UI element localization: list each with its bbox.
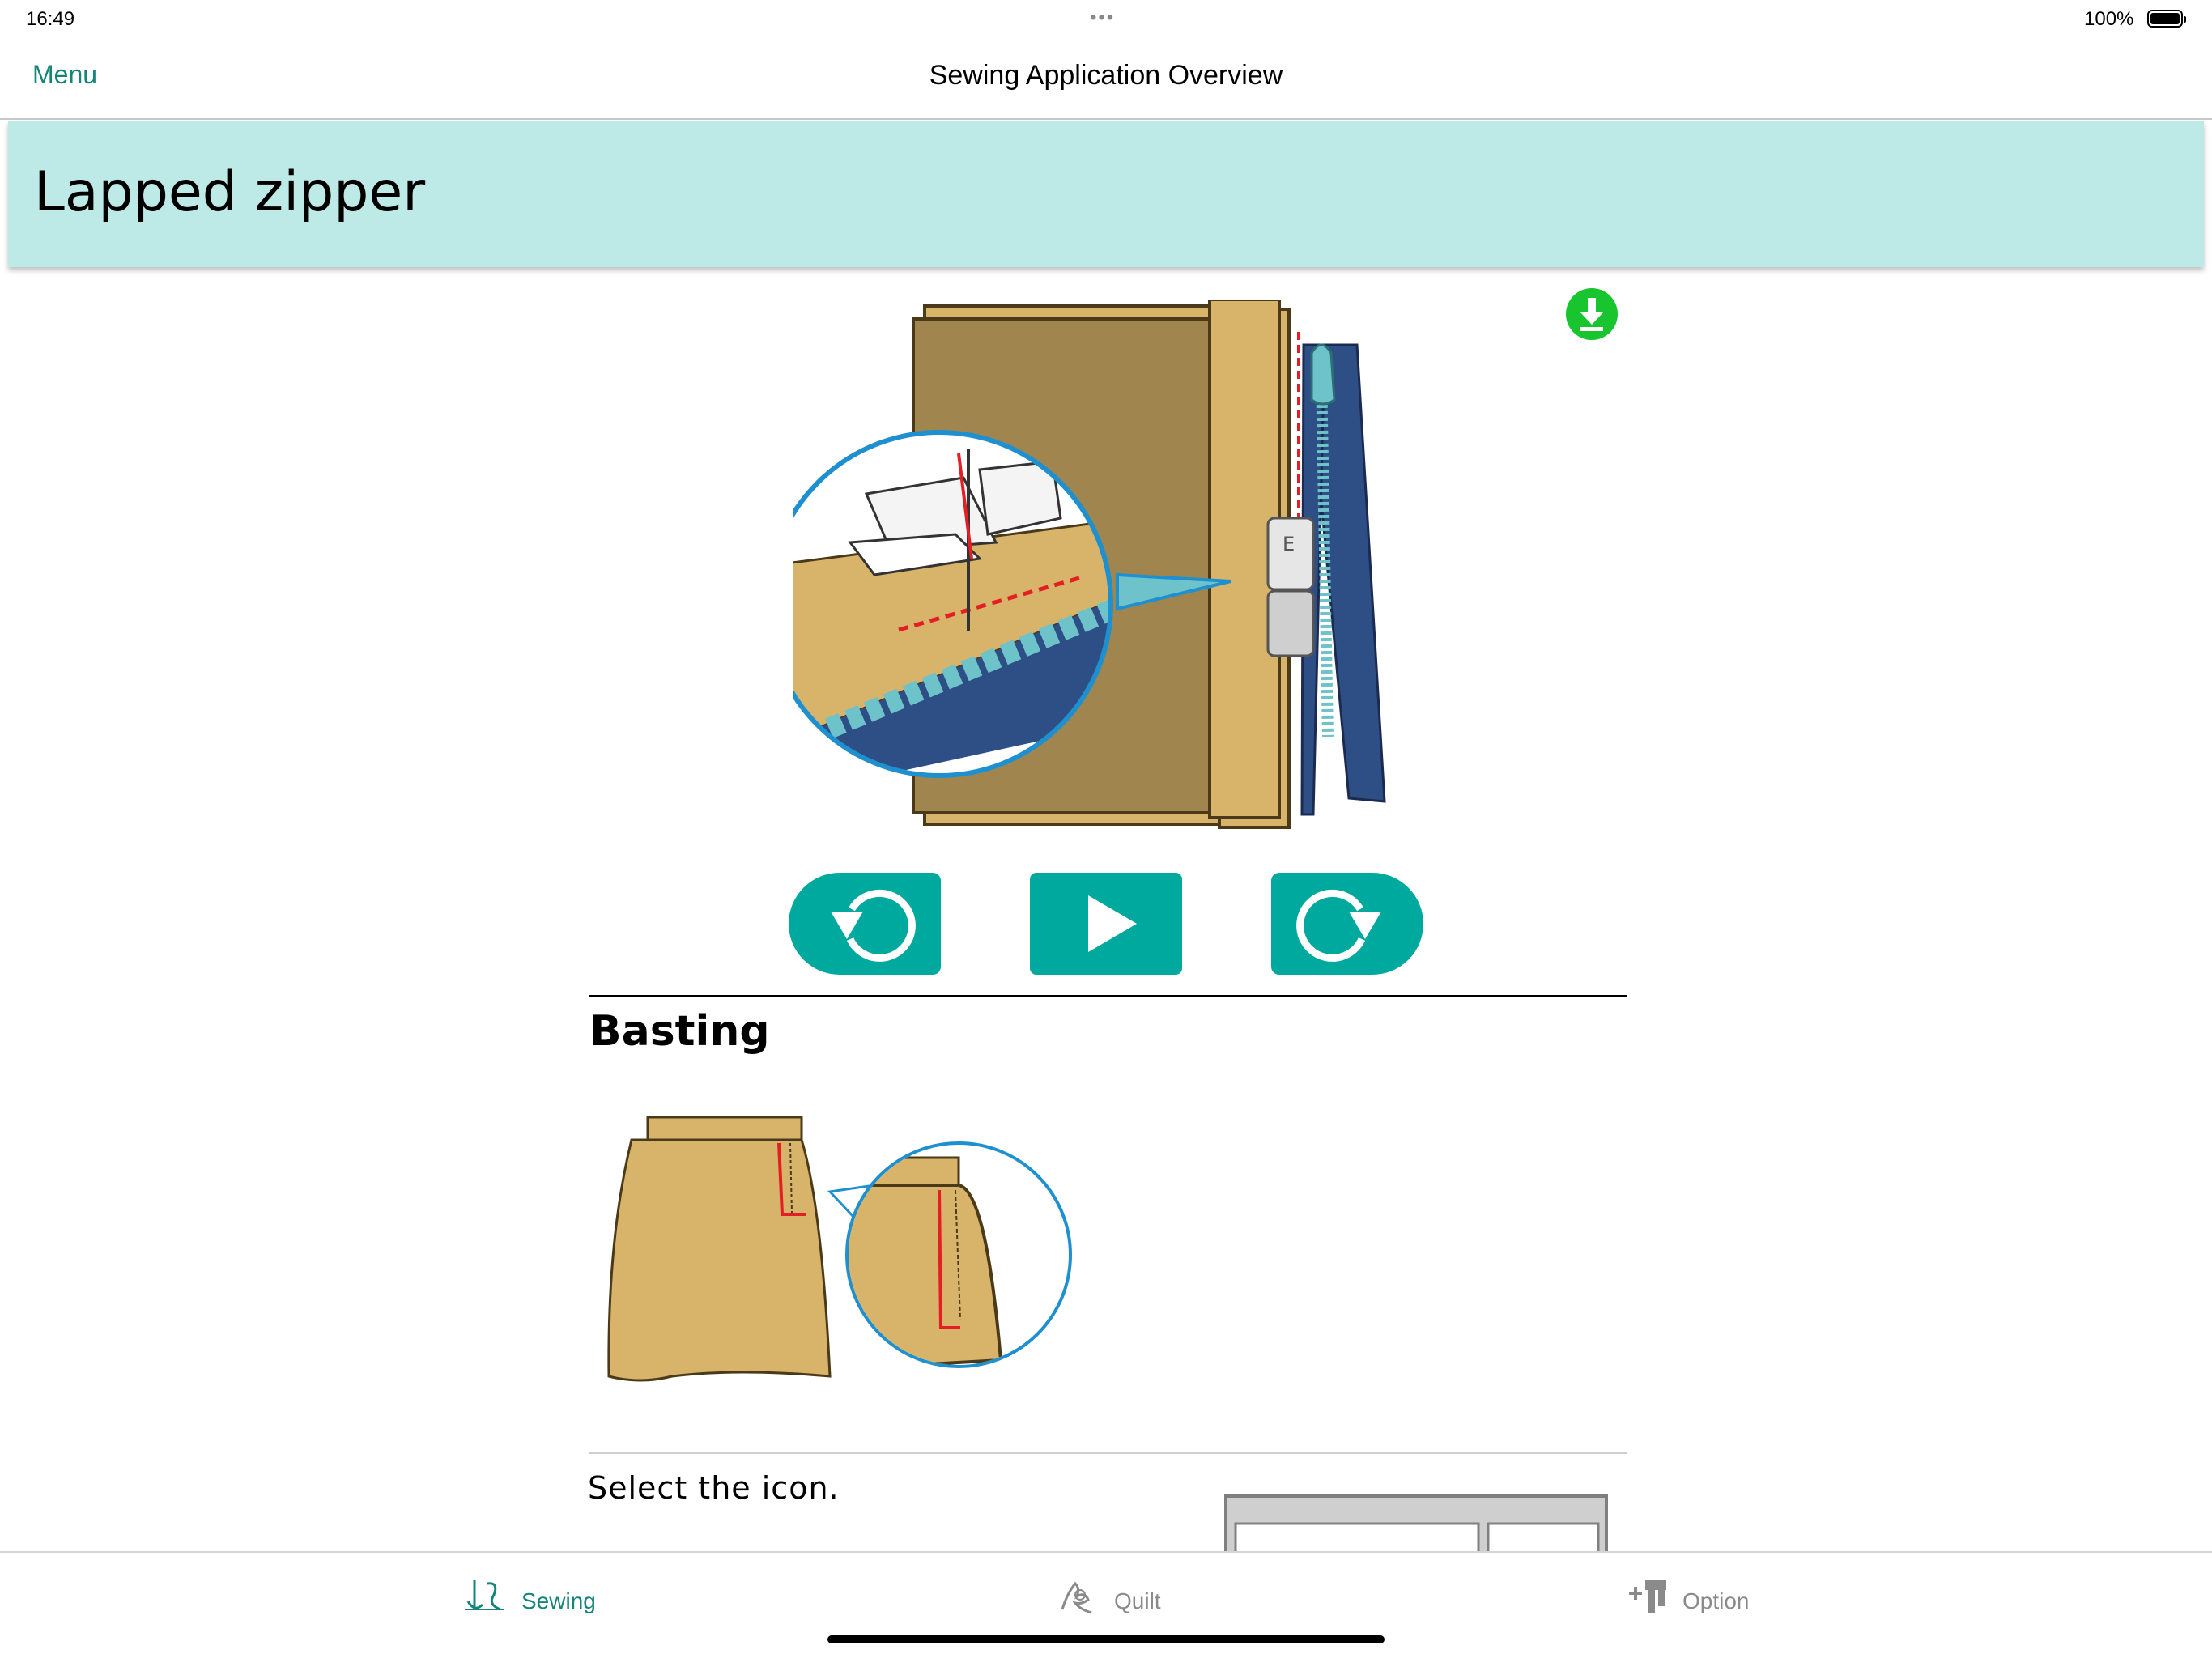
tab-option-label: Option [1682, 1588, 1750, 1613]
status-bar: 16:49 ••• 100% [0, 0, 2212, 39]
machine-screen-thumbnail [1224, 1494, 1608, 1551]
instruction-text: Select the icon. [588, 1470, 840, 1506]
sewing-icon [465, 1580, 504, 1611]
home-indicator[interactable] [827, 1635, 1385, 1643]
content-divider [589, 1452, 1627, 1454]
forward-button[interactable] [1271, 873, 1423, 975]
forward-icon [1296, 889, 1381, 962]
nav-title: Sewing Application Overview [929, 60, 1283, 91]
play-icon [1088, 895, 1137, 952]
download-icon[interactable] [1566, 288, 1618, 340]
multitask-dots[interactable]: ••• [1090, 6, 1115, 29]
option-icon [1629, 1580, 1666, 1613]
battery-percent: 100% [2084, 8, 2134, 30]
rewind-button[interactable] [789, 873, 941, 975]
basting-illustration [607, 1116, 1072, 1382]
quilt-icon [1061, 1581, 1092, 1614]
section-divider [589, 995, 1627, 997]
page-title: Lapped zipper [34, 160, 426, 224]
tab-quilt-label: Quilt [1114, 1588, 1161, 1613]
title-banner: Lapped zipper [8, 121, 2204, 267]
svg-text:E: E [1283, 533, 1295, 555]
tab-sewing-label: Sewing [521, 1588, 596, 1613]
lapped-zipper-illustration: E [793, 300, 1386, 829]
rewind-icon [831, 889, 916, 962]
section-heading: Basting [589, 1007, 770, 1056]
play-button[interactable] [1030, 873, 1182, 975]
navigation-bar: Menu Sewing Application Overview [0, 39, 2212, 120]
battery-icon [2147, 10, 2186, 28]
status-time: 16:49 [26, 8, 75, 30]
